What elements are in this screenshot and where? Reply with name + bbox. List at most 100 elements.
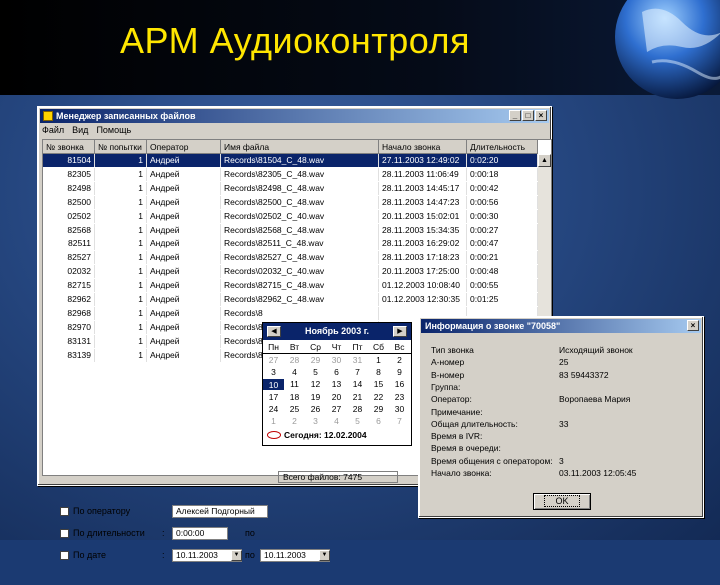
- call-info-dialog: Информация о звонке "70058" × Тип звонка…: [418, 316, 704, 518]
- table-cell: 28.11.2003 17:18:23: [379, 251, 467, 265]
- call-info-title: Информация о звонке "70058": [425, 321, 561, 331]
- date-to-dropdown-icon[interactable]: ▼: [319, 550, 330, 561]
- calendar-day[interactable]: 15: [368, 379, 389, 390]
- calendar-day[interactable]: 31: [347, 355, 368, 366]
- next-month-icon[interactable]: ▶: [393, 326, 407, 337]
- calendar-day[interactable]: 7: [347, 367, 368, 378]
- calendar-day[interactable]: 29: [305, 355, 326, 366]
- calendar-day[interactable]: 14: [347, 379, 368, 390]
- table-row[interactable]: 82305 1 Андрей Records\82305_C_48.wav 28.11.…: [43, 167, 538, 181]
- calendar-day[interactable]: 6: [368, 416, 389, 427]
- table-cell: 82527: [43, 251, 95, 265]
- operator-filter-checkbox[interactable]: [60, 507, 69, 516]
- calendar-day[interactable]: 2: [284, 416, 305, 427]
- calendar-day[interactable]: 26: [305, 404, 326, 415]
- table-row[interactable]: 82511 1 Андрей Records\82511_C_48.wav 28.11.…: [43, 237, 538, 251]
- ok-button[interactable]: OK: [533, 493, 591, 510]
- menu-file[interactable]: Файл: [42, 125, 64, 137]
- calendar-day[interactable]: 30: [389, 404, 410, 415]
- date-filter-checkbox[interactable]: [60, 551, 69, 560]
- menu-view[interactable]: Вид: [72, 125, 88, 137]
- table-row[interactable]: 02502 1 Андрей Records\02502_C_40.wav 20.11.…: [43, 209, 538, 223]
- table-cell: 0:00:30: [467, 209, 538, 223]
- table-cell: Андрей: [147, 154, 221, 167]
- calendar-day[interactable]: 11: [284, 379, 305, 390]
- table-cell: 0:01:25: [467, 293, 538, 306]
- calendar-day[interactable]: 19: [305, 392, 326, 403]
- table-cell: Андрей: [147, 223, 221, 237]
- table-cell: Андрей: [147, 334, 221, 348]
- calendar-day[interactable]: 22: [368, 392, 389, 403]
- col-operator[interactable]: Оператор: [147, 140, 221, 154]
- calendar-today[interactable]: Сегодня: 12.02.2004: [266, 429, 367, 442]
- menu-help[interactable]: Помощь: [96, 125, 131, 137]
- calendar-day[interactable]: 1: [368, 355, 389, 366]
- minimize-button[interactable]: _: [509, 110, 521, 121]
- table-cell: 1: [95, 334, 147, 348]
- prev-month-icon[interactable]: ◀: [267, 326, 281, 337]
- calendar-day[interactable]: 6: [326, 367, 347, 378]
- calendar-day[interactable]: 17: [263, 392, 284, 403]
- calendar-day[interactable]: 3: [263, 367, 284, 378]
- calendar-day[interactable]: 9: [389, 367, 410, 378]
- weekday-label: Сб: [372, 342, 384, 352]
- calendar-day[interactable]: 3: [305, 416, 326, 427]
- calendar-day[interactable]: 7: [389, 416, 410, 427]
- info-field-value: 3: [559, 455, 564, 466]
- table-row[interactable]: 82568 1 Андрей Records\82568_C_48.wav 28.11.…: [43, 223, 538, 237]
- duration-filter-checkbox[interactable]: [60, 529, 69, 538]
- calendar-day[interactable]: 16: [389, 379, 410, 390]
- calendar-day[interactable]: 5: [347, 416, 368, 427]
- operator-select[interactable]: Алексей Подгорный: [172, 505, 268, 518]
- calendar-day[interactable]: 23: [389, 392, 410, 403]
- close-button[interactable]: ×: [535, 110, 547, 121]
- col-call-number[interactable]: № звонка: [43, 140, 95, 154]
- calendar-day[interactable]: 5: [305, 367, 326, 378]
- table-row[interactable]: 82962 1 Андрей Records\82962_C_48.wav 01.12.…: [43, 293, 538, 306]
- calendar-day[interactable]: 8: [368, 367, 389, 378]
- calendar-day[interactable]: 30: [326, 355, 347, 366]
- calendar-day[interactable]: 27: [326, 404, 347, 415]
- table-cell: 0:00:56: [467, 195, 538, 209]
- calendar-day[interactable]: 4: [326, 416, 347, 427]
- calendar-day[interactable]: 24: [263, 404, 284, 415]
- date-from-dropdown-icon[interactable]: ▼: [231, 550, 242, 561]
- table-row[interactable]: 02032 1 Андрей Records\02032_C_40.wav 20.11.…: [43, 265, 538, 279]
- calendar-day[interactable]: 13: [326, 379, 347, 390]
- calendar-day[interactable]: 28: [347, 404, 368, 415]
- table-cell: 27.11.2003 12:49:02: [379, 154, 467, 167]
- col-attempt-number[interactable]: № попытки: [95, 140, 147, 154]
- calendar-day[interactable]: 18: [284, 392, 305, 403]
- calendar-day[interactable]: 27: [263, 355, 284, 366]
- duration-colon: :: [162, 528, 165, 538]
- col-duration[interactable]: Длительность: [467, 140, 538, 154]
- maximize-button[interactable]: □: [522, 110, 534, 121]
- calendar-day[interactable]: 10: [263, 379, 284, 391]
- scroll-up-icon[interactable]: ▲: [538, 154, 551, 167]
- table-row[interactable]: 82527 1 Андрей Records\82527_C_48.wav 28.11.…: [43, 251, 538, 265]
- calendar-day[interactable]: 4: [284, 367, 305, 378]
- col-call-start[interactable]: Начало звонка: [379, 140, 467, 154]
- table-cell: Андрей: [147, 265, 221, 279]
- calendar-day[interactable]: 2: [389, 355, 410, 366]
- table-row[interactable]: 82715 1 Андрей Records\82715_C_48.wav 01.12.…: [43, 279, 538, 293]
- table-cell: Андрей: [147, 306, 221, 320]
- calendar-day[interactable]: 20: [326, 392, 347, 403]
- col-file-name[interactable]: Имя файла: [221, 140, 379, 154]
- duration-from-input[interactable]: 0:00:00: [172, 527, 228, 540]
- table-row[interactable]: 82498 1 Андрей Records\82498_C_48.wav 28.11.…: [43, 181, 538, 195]
- calendar-day[interactable]: 12: [305, 379, 326, 390]
- table-cell: 1: [95, 320, 147, 334]
- table-row[interactable]: 81504 1 Андрей Records\81504_C_48.wav 27.11.…: [43, 154, 538, 167]
- calendar-day[interactable]: 1: [263, 416, 284, 427]
- calendar-day[interactable]: 29: [368, 404, 389, 415]
- table-cell: 02032: [43, 265, 95, 279]
- dialog-close-button[interactable]: ×: [687, 320, 699, 331]
- table-cell: 1: [95, 223, 147, 237]
- status-bar: Всего файлов: 7475: [278, 471, 398, 483]
- calendar-day[interactable]: 25: [284, 404, 305, 415]
- calendar-day[interactable]: 28: [284, 355, 305, 366]
- table-row[interactable]: 82500 1 Андрей Records\82500_C_48.wav 28.11.…: [43, 195, 538, 209]
- calendar-day[interactable]: 21: [347, 392, 368, 403]
- table-cell: 1: [95, 306, 147, 320]
